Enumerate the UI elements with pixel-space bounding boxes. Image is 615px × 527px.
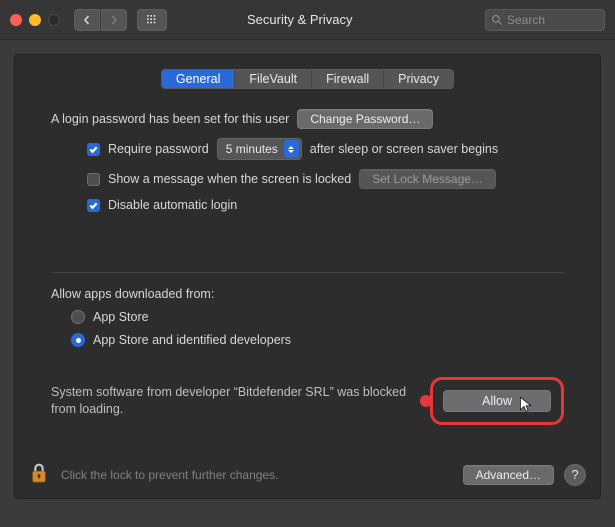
search-placeholder: Search: [507, 13, 545, 27]
require-password-delay-select[interactable]: 5 minutes: [217, 138, 302, 160]
divider-section: [51, 272, 564, 273]
stepper-icon: [284, 140, 299, 158]
close-window-icon[interactable]: [10, 14, 22, 26]
show-message-checkbox[interactable]: [87, 173, 100, 186]
forward-button[interactable]: [101, 9, 127, 31]
allow-button[interactable]: Allow: [443, 390, 551, 412]
show-all-prefs-button[interactable]: [137, 9, 167, 31]
tab-privacy[interactable]: Privacy: [384, 70, 453, 88]
pane-footer: Click the lock to prevent further change…: [15, 451, 600, 498]
search-field[interactable]: Search: [485, 9, 605, 31]
callout-marker-icon: [420, 395, 432, 407]
require-password-delay-value: 5 minutes: [226, 142, 278, 156]
radio-app-store-label: App Store: [93, 310, 149, 324]
lock-icon[interactable]: [29, 461, 49, 488]
blocked-software-row: System software from developer “Bitdefen…: [51, 377, 564, 425]
login-section: A login password has been set for this u…: [51, 109, 564, 212]
require-password-label: Require password: [108, 142, 209, 156]
tab-bar: General FileVault Firewall Privacy: [15, 69, 600, 89]
back-button[interactable]: [74, 9, 100, 31]
radio-app-store-identified[interactable]: [71, 333, 85, 347]
after-sleep-label: after sleep or screen saver begins: [310, 142, 498, 156]
window-title: Security & Privacy: [247, 12, 352, 27]
minimize-window-icon[interactable]: [29, 14, 41, 26]
check-icon: [89, 201, 98, 210]
downloads-section: Allow apps downloaded from: App Store Ap…: [51, 287, 564, 425]
radio-app-store-identified-label: App Store and identified developers: [93, 333, 291, 347]
section-divider: [51, 272, 564, 273]
window-titlebar: Security & Privacy Search: [0, 0, 615, 40]
radio-app-store[interactable]: [71, 310, 85, 324]
tab-filevault[interactable]: FileVault: [235, 70, 312, 88]
tab-general[interactable]: General: [162, 70, 235, 88]
require-password-checkbox[interactable]: [87, 143, 100, 156]
zoom-window-icon[interactable]: [48, 14, 60, 26]
search-icon: [491, 14, 503, 26]
help-button[interactable]: ?: [564, 464, 586, 486]
allow-callout: Allow: [430, 377, 564, 425]
disable-auto-login-checkbox[interactable]: [87, 199, 100, 212]
disable-auto-login-label: Disable automatic login: [108, 198, 237, 212]
nav-buttons: [74, 9, 127, 31]
window-controls: [10, 14, 60, 26]
lock-hint-text: Click the lock to prevent further change…: [61, 468, 453, 482]
check-icon: [89, 145, 98, 154]
show-message-label: Show a message when the screen is locked: [108, 172, 351, 186]
allow-apps-heading: Allow apps downloaded from:: [51, 287, 214, 301]
change-password-button[interactable]: Change Password…: [297, 109, 433, 129]
password-set-label: A login password has been set for this u…: [51, 112, 289, 126]
tab-firewall[interactable]: Firewall: [312, 70, 384, 88]
preferences-pane: General FileVault Firewall Privacy A log…: [14, 54, 601, 499]
blocked-software-message: System software from developer “Bitdefen…: [51, 384, 416, 418]
set-lock-message-button[interactable]: Set Lock Message…: [359, 169, 496, 189]
advanced-button[interactable]: Advanced…: [463, 465, 554, 485]
